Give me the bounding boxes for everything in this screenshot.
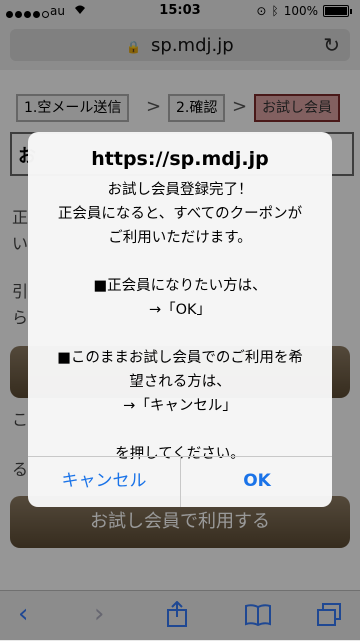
ok-button[interactable]: OK [181,456,332,507]
alert-dialog: https://sp.mdj.jp お試し会員登録完了！ 正会員になると、すべて… [28,132,332,507]
alert-title: https://sp.mdj.jp [91,148,269,170]
cancel-button[interactable]: キャンセル [28,456,180,507]
alert-message: お試し会員登録完了！ 正会員になると、すべてのクーポンが ご利用いただけます。 … [57,182,303,462]
